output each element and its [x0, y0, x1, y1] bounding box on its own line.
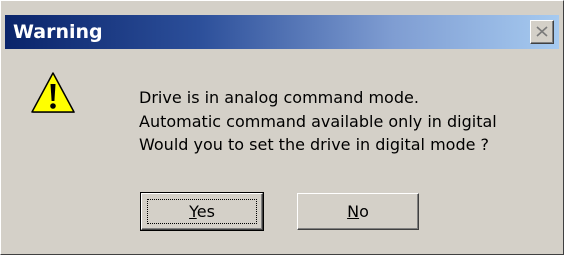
warning-dialog: Warning Drive is in analog command mode.…	[0, 0, 564, 255]
yes-mnemonic: Y	[189, 202, 197, 221]
warning-icon	[31, 72, 75, 113]
no-button[interactable]: No	[297, 193, 419, 230]
yes-label-rest: es	[196, 202, 215, 221]
message-line: Automatic command available only in digi…	[139, 111, 497, 131]
yes-button[interactable]: Yes	[140, 192, 264, 231]
message-line: Drive is in analog command mode.	[139, 88, 419, 107]
no-mnemonic: N	[347, 202, 360, 221]
message-line: Would you to set the drive in digital mo…	[139, 135, 490, 154]
message-text: Drive is in analog command mode. Automat…	[139, 86, 497, 157]
close-button[interactable]	[530, 20, 554, 44]
dialog-title: Warning	[13, 21, 103, 43]
title-bar[interactable]: Warning	[5, 15, 559, 49]
yes-button-label: Yes	[142, 202, 262, 222]
no-button-label: No	[298, 202, 418, 222]
close-icon	[536, 26, 548, 37]
no-label-rest: o	[359, 202, 369, 221]
